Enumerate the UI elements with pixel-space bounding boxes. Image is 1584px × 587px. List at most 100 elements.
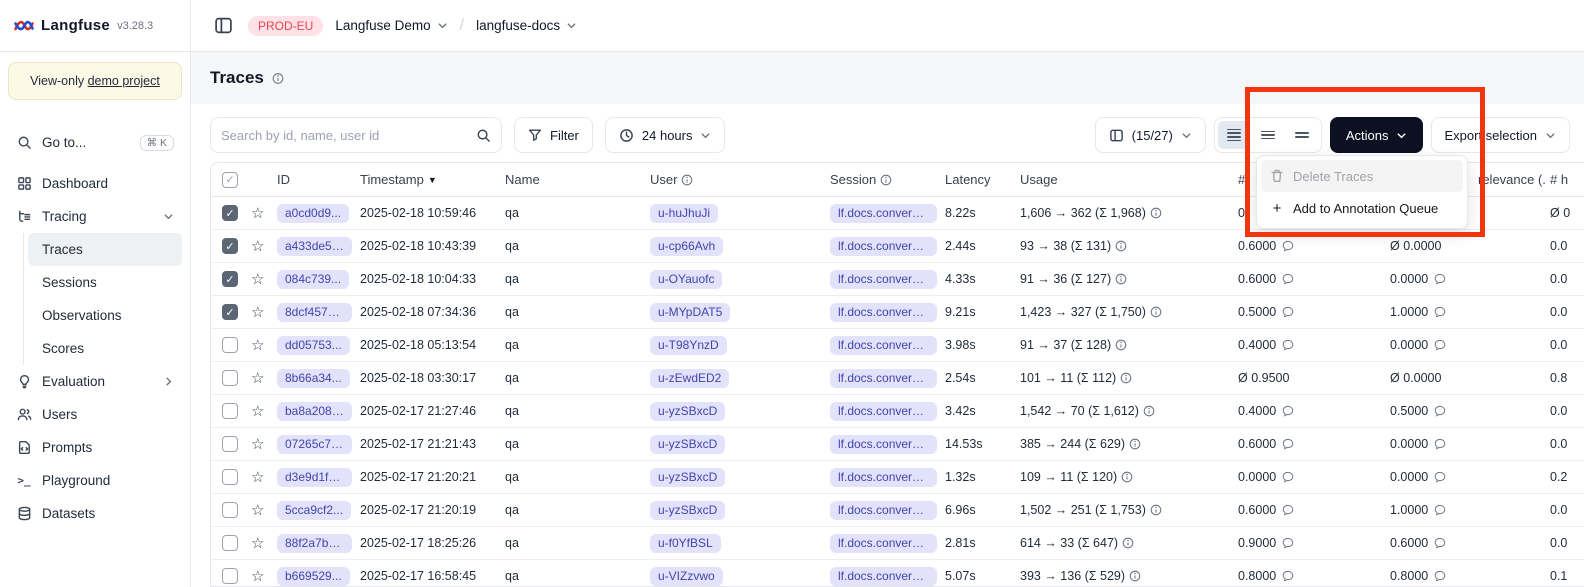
star-icon[interactable]: ☆ <box>251 503 264 518</box>
trace-id-badge[interactable]: dd05753... <box>277 336 350 355</box>
user-badge[interactable]: u-OYauofc <box>650 270 722 289</box>
time-range-button[interactable]: 24 hours <box>605 117 726 153</box>
trace-id-badge[interactable]: a433de51... <box>277 237 352 256</box>
filter-button[interactable]: Filter <box>514 117 593 153</box>
row-checkbox[interactable] <box>222 469 238 485</box>
table-row[interactable]: ☆ ba8a208f... 2025-02-17 21:27:46 qa u-y… <box>211 395 1584 428</box>
star-icon[interactable]: ☆ <box>251 470 264 485</box>
column-header-name[interactable]: Name <box>501 172 646 187</box>
user-badge[interactable]: u-cp66Avh <box>650 237 723 256</box>
star-icon[interactable]: ☆ <box>251 404 264 419</box>
row-checkbox[interactable]: ✓ <box>222 271 238 287</box>
user-badge[interactable]: u-T98YnzD <box>650 336 727 355</box>
user-badge[interactable]: u-yzSBxcD <box>650 501 725 520</box>
sidebar-item-tracing[interactable]: Tracing <box>8 200 182 233</box>
menu-item-delete-traces[interactable]: Delete Traces <box>1261 160 1463 192</box>
session-badge[interactable]: lf.docs.conversation... <box>830 468 937 487</box>
session-badge[interactable]: lf.docs.conversation... <box>830 336 937 355</box>
trace-id-badge[interactable]: 07265c7a... <box>277 435 352 454</box>
trace-id-badge[interactable]: 5cca9cf2... <box>277 501 351 520</box>
star-icon[interactable]: ☆ <box>251 239 264 254</box>
sidebar-item-prompts[interactable]: Prompts <box>8 431 182 464</box>
user-badge[interactable]: u-MYpDAT5 <box>650 303 730 322</box>
column-header-session[interactable]: Session <box>826 172 941 187</box>
sidebar-item-observations[interactable]: Observations <box>28 299 182 332</box>
row-checkbox[interactable] <box>222 502 238 518</box>
table-row[interactable]: ☆ d3e9d1f2... 2025-02-17 21:20:21 qa u-y… <box>211 461 1584 494</box>
star-icon[interactable]: ☆ <box>251 536 264 551</box>
export-selection-button[interactable]: Export selection <box>1431 117 1571 153</box>
sidebar-item-dashboard[interactable]: Dashboard <box>8 167 182 200</box>
row-height-small-button[interactable] <box>1218 121 1250 149</box>
actions-button[interactable]: Actions <box>1330 117 1423 153</box>
user-badge[interactable]: u-huJhuJi <box>650 204 718 223</box>
org-breadcrumb[interactable]: Langfuse Demo <box>335 18 447 33</box>
table-row[interactable]: ✓ ☆ 8dcf4574... 2025-02-18 07:34:36 qa u… <box>211 296 1584 329</box>
column-header-user[interactable]: User <box>646 172 826 187</box>
session-badge[interactable]: lf.docs.conversation... <box>830 435 937 454</box>
column-header-id[interactable]: ID <box>273 172 356 187</box>
column-header-timestamp[interactable]: Timestamp ▼ <box>356 172 501 187</box>
star-icon[interactable]: ☆ <box>251 371 264 386</box>
panel-left-toggle-icon[interactable] <box>210 13 236 39</box>
table-row[interactable]: ☆ 88f2a7b0... 2025-02-17 18:25:26 qa u-f… <box>211 527 1584 560</box>
star-icon[interactable]: ☆ <box>251 206 264 221</box>
column-visibility-button[interactable]: (15/27) <box>1095 117 1206 153</box>
user-badge[interactable]: u-yzSBxcD <box>650 435 725 454</box>
session-badge[interactable]: lf.docs.conversation... <box>830 303 937 322</box>
sidebar-item-evaluation[interactable]: Evaluation <box>8 365 182 398</box>
star-icon[interactable]: ☆ <box>251 437 264 452</box>
sidebar-item-traces[interactable]: Traces <box>28 233 182 266</box>
table-row[interactable]: ☆ dd05753... 2025-02-18 05:13:54 qa u-T9… <box>211 329 1584 362</box>
trace-id-badge[interactable]: a0cd0d9... <box>277 204 349 223</box>
row-height-large-button[interactable] <box>1286 121 1318 149</box>
column-header-right[interactable]: # h <box>1546 172 1584 187</box>
row-checkbox[interactable]: ✓ <box>222 205 238 221</box>
user-badge[interactable]: u-f0YfBSL <box>650 534 721 553</box>
sidebar-item-scores[interactable]: Scores <box>28 332 182 365</box>
session-badge[interactable]: lf.docs.conversation... <box>830 204 937 223</box>
session-badge[interactable]: lf.docs.conversation... <box>830 534 937 553</box>
table-row[interactable]: ☆ 07265c7a... 2025-02-17 21:21:43 qa u-y… <box>211 428 1584 461</box>
star-icon[interactable]: ☆ <box>251 569 264 584</box>
row-checkbox[interactable] <box>222 403 238 419</box>
row-checkbox[interactable] <box>222 436 238 452</box>
user-badge[interactable]: u-yzSBxcD <box>650 468 725 487</box>
column-header-usage[interactable]: Usage <box>1016 172 1234 187</box>
table-row[interactable]: ☆ 5cca9cf2... 2025-02-17 21:20:19 qa u-y… <box>211 494 1584 527</box>
star-icon[interactable]: ☆ <box>251 272 264 287</box>
goto-search[interactable]: Go to... ⌘ K <box>8 126 182 159</box>
menu-item-add-to-annotation-queue[interactable]: + Add to Annotation Queue <box>1261 192 1463 224</box>
row-checkbox[interactable] <box>222 568 238 584</box>
search-input[interactable] <box>221 128 468 143</box>
table-row[interactable]: ☆ 8b66a34... 2025-02-18 03:30:17 qa u-zE… <box>211 362 1584 395</box>
session-badge[interactable]: lf.docs.conversation... <box>830 501 937 520</box>
star-icon[interactable]: ☆ <box>251 338 264 353</box>
row-height-medium-button[interactable] <box>1252 121 1284 149</box>
session-badge[interactable]: lf.docs.conversation... <box>830 237 937 256</box>
trace-id-badge[interactable]: 8b66a34... <box>277 369 350 388</box>
sidebar-item-playground[interactable]: >_ Playground <box>8 464 182 497</box>
session-badge[interactable]: lf.docs.conversation... <box>830 402 937 421</box>
trace-id-badge[interactable]: 084c739... <box>277 270 349 289</box>
sidebar-item-datasets[interactable]: Datasets <box>8 497 182 530</box>
trace-id-badge[interactable]: b669529... <box>277 567 350 586</box>
table-row[interactable]: ✓ ☆ a433de51... 2025-02-18 10:43:39 qa u… <box>211 230 1584 263</box>
trace-id-badge[interactable]: 88f2a7b0... <box>277 534 352 553</box>
row-checkbox[interactable] <box>222 337 238 353</box>
column-header-latency[interactable]: Latency <box>941 172 1016 187</box>
row-checkbox[interactable]: ✓ <box>222 238 238 254</box>
user-badge[interactable]: u-zEwdED2 <box>650 369 729 388</box>
table-row[interactable]: ✓ ☆ 084c739... 2025-02-18 10:04:33 qa u-… <box>211 263 1584 296</box>
row-checkbox[interactable]: ✓ <box>222 304 238 320</box>
row-checkbox[interactable] <box>222 370 238 386</box>
star-icon[interactable]: ☆ <box>251 305 264 320</box>
sidebar-item-users[interactable]: Users <box>8 398 182 431</box>
session-badge[interactable]: lf.docs.conversation... <box>830 270 937 289</box>
user-badge[interactable]: u-VIZzvwo <box>650 567 723 586</box>
project-breadcrumb[interactable]: langfuse-docs <box>476 18 577 33</box>
search-icon[interactable] <box>476 128 491 143</box>
column-header-relevance[interactable]: relevance (... <box>1474 172 1546 187</box>
session-badge[interactable]: lf.docs.conversation... <box>830 567 937 586</box>
user-badge[interactable]: u-yzSBxcD <box>650 402 725 421</box>
